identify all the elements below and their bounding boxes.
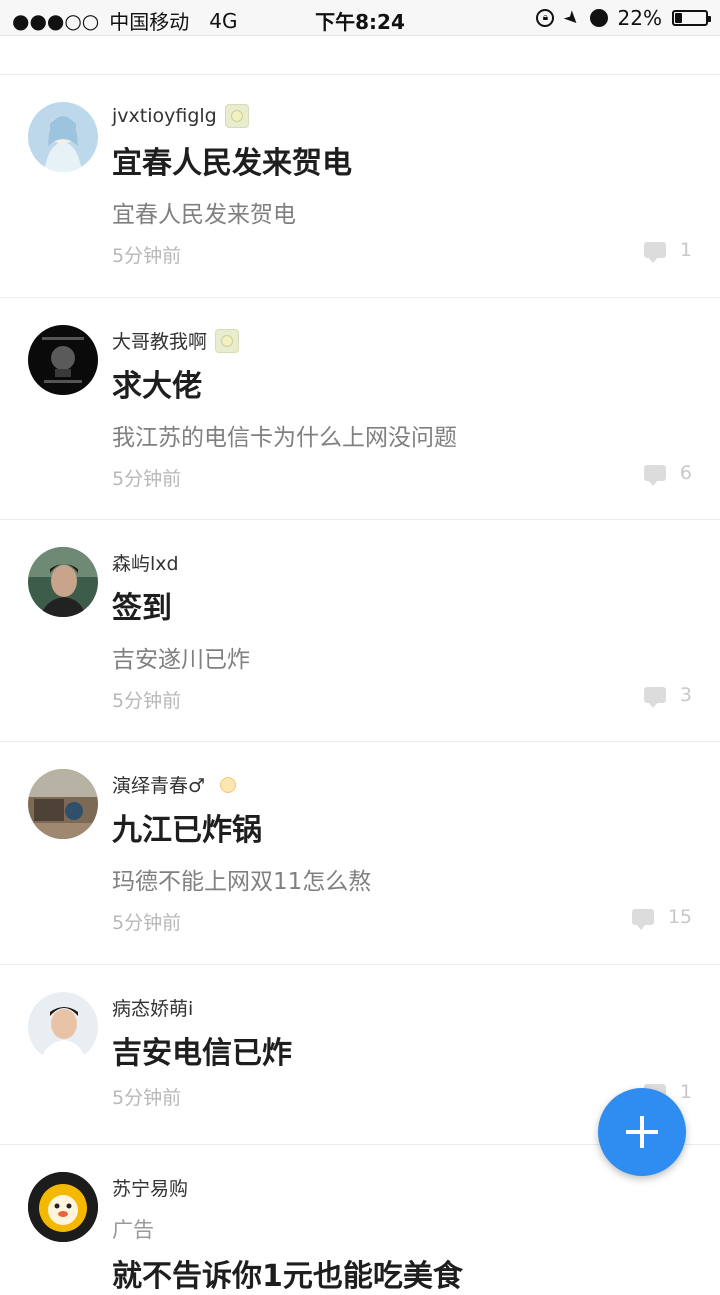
post-item[interactable]: jvxtioyfiglg 宜春人民发来贺电 宜春人民发来贺电 5分钟前 1 bbox=[0, 75, 720, 298]
post-body[interactable]: 我江苏的电信卡为什么上网没问题 bbox=[112, 418, 457, 452]
status-bar: ●●●○○ 中国移动 4G 下午8:24 🔒︎ ➤ 22% bbox=[0, 0, 720, 36]
post-username[interactable]: 演绎青春♂ bbox=[112, 771, 243, 798]
post-username[interactable]: jvxtioyfiglg bbox=[112, 104, 249, 128]
post-title[interactable]: 签到 bbox=[112, 583, 172, 627]
comment-bubble-icon bbox=[631, 909, 654, 930]
post-title[interactable]: 宜春人民发来贺电 bbox=[112, 138, 352, 182]
post-item[interactable]: 森屿lxd 签到 吉安遂川已炸 5分钟前 3 bbox=[0, 520, 720, 742]
post-username[interactable]: 森屿lxd bbox=[112, 549, 179, 576]
post-time: 5分钟前 bbox=[112, 690, 182, 712]
post-title[interactable]: 吉安电信已炸 bbox=[112, 1028, 292, 1072]
post-time: 5分钟前 bbox=[112, 245, 182, 267]
ad-label: 广告 bbox=[112, 1218, 154, 1242]
post-body[interactable]: 吉安遂川已炸 bbox=[112, 640, 250, 674]
post-body[interactable]: 宜春人民发来贺电 bbox=[112, 195, 296, 229]
post-title[interactable]: 就不告诉你1元也能吃美食 bbox=[112, 1251, 463, 1295]
post-username[interactable]: 苏宁易购 bbox=[112, 1174, 188, 1201]
avatar[interactable] bbox=[28, 102, 98, 172]
post-time: 5分钟前 bbox=[112, 1087, 182, 1109]
post-username[interactable]: 大哥教我啊 bbox=[112, 327, 240, 354]
comment-bubble-icon bbox=[643, 687, 666, 708]
avatar[interactable] bbox=[28, 992, 98, 1062]
status-right: 🔒︎ ➤ 22% bbox=[536, 5, 711, 31]
post-time: 5分钟前 bbox=[112, 912, 182, 934]
comment-bubble-icon bbox=[643, 465, 666, 486]
post-title[interactable]: 求大佬 bbox=[112, 361, 202, 405]
post-body[interactable]: 玛德不能上网双11怎么熬 bbox=[112, 862, 371, 896]
avatar[interactable] bbox=[28, 547, 98, 617]
comment-count[interactable]: 1 bbox=[643, 239, 692, 263]
alarm-clock-icon bbox=[589, 9, 608, 27]
post-item[interactable]: 演绎青春♂ 九江已炸锅 玛德不能上网双11怎么熬 5分钟前 15 bbox=[0, 742, 720, 965]
avatar[interactable] bbox=[28, 325, 98, 395]
sun-badge-icon bbox=[213, 773, 243, 797]
rotation-lock-icon: 🔒︎ bbox=[536, 9, 555, 27]
location-arrow-icon: ➤ bbox=[559, 5, 585, 31]
level-badge-icon bbox=[224, 104, 249, 128]
comment-count[interactable]: 6 bbox=[643, 462, 692, 486]
post-time: 5分钟前 bbox=[112, 468, 182, 490]
avatar[interactable] bbox=[28, 769, 98, 839]
post-item[interactable]: 大哥教我啊 求大佬 我江苏的电信卡为什么上网没问题 5分钟前 6 bbox=[0, 298, 720, 520]
previous-post-fragment bbox=[0, 36, 720, 75]
post-title[interactable]: 九江已炸锅 bbox=[112, 805, 262, 849]
plus-icon bbox=[626, 1116, 658, 1148]
battery-icon bbox=[672, 10, 711, 26]
ad-post-item[interactable]: 苏宁易购 广告 就不告诉你1元也能吃美食 bbox=[0, 1145, 720, 1294]
avatar[interactable] bbox=[28, 1172, 98, 1242]
comment-count[interactable]: 15 bbox=[631, 906, 692, 930]
comment-bubble-icon bbox=[643, 242, 666, 263]
comment-count[interactable]: 3 bbox=[643, 684, 692, 708]
level-badge-icon bbox=[215, 328, 240, 353]
compose-fab-button[interactable] bbox=[598, 1088, 686, 1176]
battery-percent: 22% bbox=[617, 6, 662, 30]
post-username[interactable]: 病态娇萌i bbox=[112, 994, 193, 1021]
